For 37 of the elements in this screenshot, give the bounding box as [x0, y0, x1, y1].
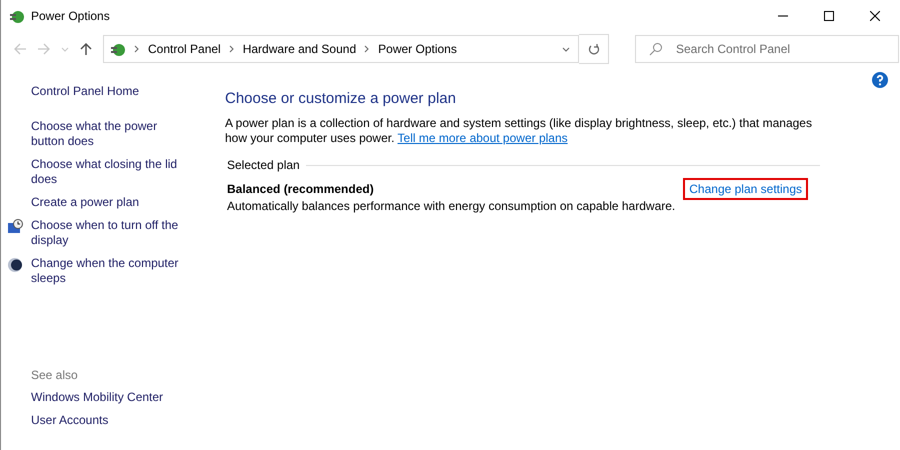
sidebar-link[interactable]: Control Panel Home	[31, 84, 191, 99]
sidebar-link[interactable]: User Accounts	[31, 413, 191, 428]
sidebar-link[interactable]: Choose when to turn off the display	[31, 218, 191, 248]
description-text: A power plan is a collection of hardware and system settings (like display brightness, sleep, etc.) that manages how your computer uses power. Tell me more about power plans	[225, 116, 813, 146]
sidebar-link[interactable]: Choose what closing the lid does	[31, 157, 191, 187]
learn-more-link[interactable]: Tell me more about power plans	[398, 131, 568, 145]
clock-monitor-icon	[7, 219, 23, 235]
change-plan-settings-link[interactable]: Change plan settings	[683, 178, 808, 200]
chevron-right-icon	[228, 45, 235, 53]
maximize-icon[interactable]	[824, 11, 834, 21]
sidebar-link[interactable]: Create a power plan	[31, 195, 191, 210]
section-heading: Selected plan	[227, 158, 300, 172]
refresh-icon	[588, 43, 600, 55]
plan-summary: Automatically balances performance with energy consumption on capable hardware.	[227, 199, 676, 213]
breadcrumb-item[interactable]: Control Panel	[148, 42, 221, 56]
page-heading: Choose or customize a power plan	[225, 90, 457, 107]
breadcrumb-item[interactable]: Power Options	[378, 42, 457, 56]
search-icon	[649, 42, 663, 56]
close-icon[interactable]	[870, 11, 880, 21]
moon-icon	[7, 257, 23, 273]
search-field[interactable]: Search Control Panel	[635, 35, 899, 63]
window-title: Power Options	[31, 9, 110, 23]
up-arrow-icon[interactable]	[79, 42, 93, 56]
breadcrumb-item[interactable]: Hardware and Sound	[242, 42, 356, 56]
refresh-button[interactable]	[579, 34, 609, 64]
chevron-right-icon	[364, 45, 370, 53]
help-icon[interactable]	[872, 72, 888, 88]
sidebar-link[interactable]: Choose what the power button does	[31, 119, 191, 149]
chevron-right-icon	[134, 45, 140, 53]
see-also-heading: See also	[31, 368, 79, 382]
plan-name: Balanced (recommended)	[227, 182, 375, 196]
power-plug-icon	[9, 8, 25, 24]
power-plug-icon	[110, 41, 126, 57]
address-bar[interactable]: Control Panel Hardware and Sound Power Options	[103, 35, 579, 63]
chevron-down-icon[interactable]	[562, 45, 570, 53]
sidebar-link[interactable]: Change when the computer sleeps	[31, 256, 191, 286]
sidebar-link[interactable]: Windows Mobility Center	[31, 390, 191, 405]
